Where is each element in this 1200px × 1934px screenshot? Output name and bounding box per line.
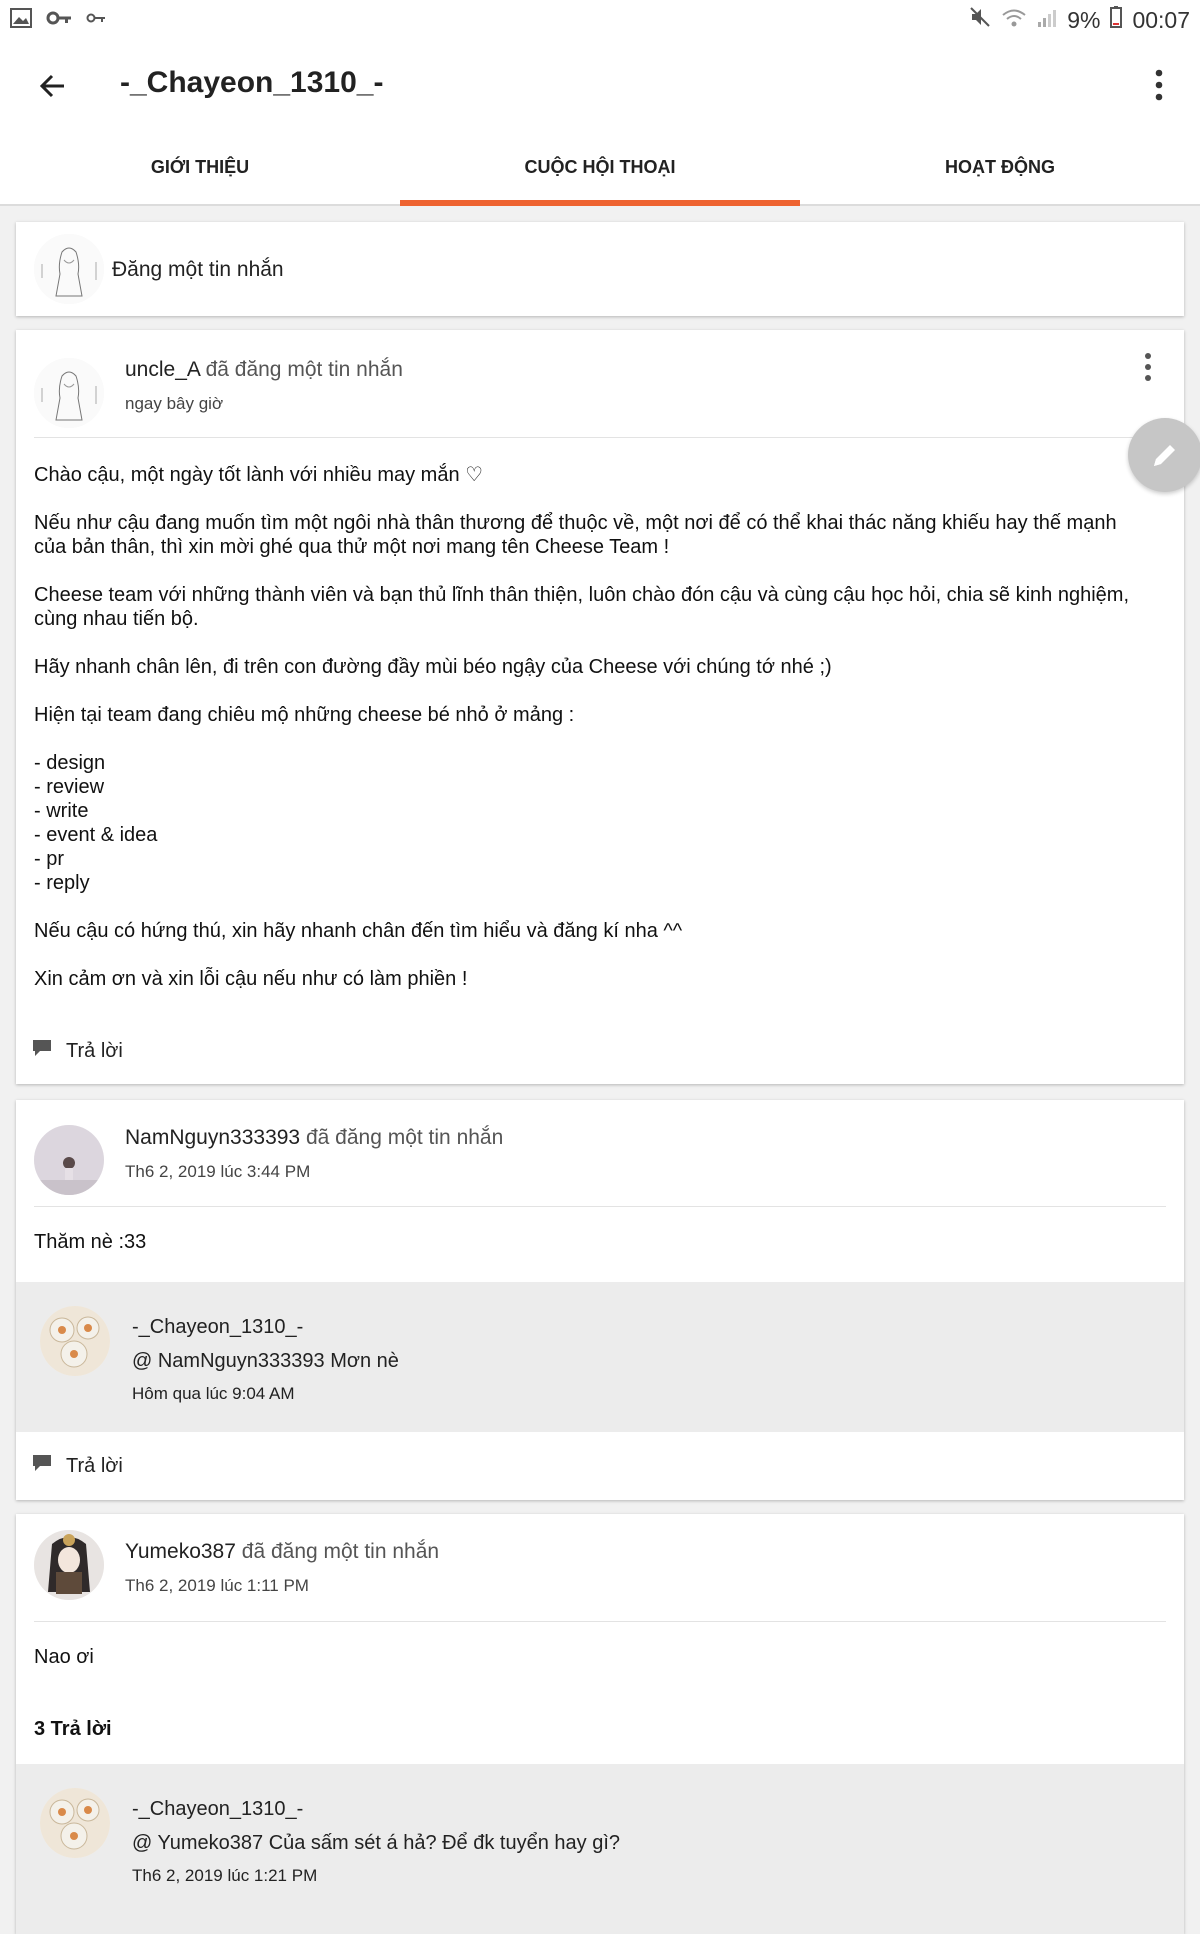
tab-conversations[interactable]: CUỘC HỘI THOẠI bbox=[400, 130, 800, 206]
username-link[interactable]: uncle_A bbox=[125, 358, 200, 381]
reply-timestamp: Hôm qua lúc 9:04 AM bbox=[132, 1384, 295, 1403]
timestamp: ngay bây giờ bbox=[125, 394, 224, 413]
more-vert-icon[interactable] bbox=[1142, 352, 1154, 382]
key-icon bbox=[86, 11, 106, 30]
avatar[interactable] bbox=[34, 1125, 104, 1195]
tab-bar: GIỚI THIỆU CUỘC HỘI THOẠI HOẠT ĐỘNG bbox=[0, 130, 1200, 206]
divider bbox=[34, 1206, 1166, 1207]
reply-text: @ NamNguyn333393 Mơn nè bbox=[132, 1350, 399, 1372]
message-paragraph: Hiện tại team đang chiêu mộ những cheese… bbox=[34, 704, 575, 726]
key-icon bbox=[46, 10, 72, 31]
back-arrow-icon[interactable] bbox=[34, 66, 74, 106]
message-text: Nao ơi bbox=[34, 1646, 94, 1668]
reply-count[interactable]: 3 Trả lời bbox=[34, 1718, 112, 1741]
message-card: NamNguyn333393 đã đăng một tin nhắn Th6 … bbox=[16, 1100, 1184, 1500]
compose-label: Đăng một tin nhắn bbox=[112, 258, 284, 281]
avatar[interactable] bbox=[40, 1788, 110, 1858]
message-paragraph: Nếu cậu có hứng thú, xin hãy nhanh chân … bbox=[34, 920, 683, 942]
avatar[interactable] bbox=[40, 1306, 110, 1376]
pencil-icon[interactable] bbox=[1128, 418, 1200, 492]
avatar[interactable] bbox=[34, 1530, 104, 1600]
tab-intro[interactable]: GIỚI THIỆU bbox=[0, 130, 400, 204]
reply-author[interactable]: -_Chayeon_1310_- bbox=[132, 1316, 303, 1339]
reply-panel: -_Chayeon_1310_- @ Yumeko387 Của sấm sét… bbox=[16, 1764, 1184, 1934]
action-text: đã đăng một tin nhắn bbox=[305, 1126, 504, 1149]
message-paragraph: Chào cậu, một ngày tốt lành với nhiều ma… bbox=[34, 464, 484, 486]
divider bbox=[34, 1621, 1166, 1622]
message-card: Yumeko387 đã đăng một tin nhắn Th6 2, 20… bbox=[16, 1514, 1184, 1934]
avatar bbox=[34, 234, 104, 304]
message-card: uncle_A đã đăng một tin nhắn ngay bây gi… bbox=[16, 330, 1184, 1084]
message-text: Thăm nè :33 bbox=[34, 1231, 147, 1253]
reply-label: Trả lời bbox=[66, 1039, 123, 1062]
more-vert-icon[interactable] bbox=[1144, 68, 1174, 102]
reply-panel: -_Chayeon_1310_- @ NamNguyn333393 Mơn nè… bbox=[16, 1282, 1184, 1432]
message-paragraph: Nếu như cậu đang muốn tìm một ngôi nhà t… bbox=[34, 512, 1123, 558]
action-text: đã đăng một tin nhắn bbox=[241, 1540, 440, 1563]
status-bar: 9% 00:07 bbox=[0, 0, 1200, 38]
compose-box[interactable]: Đăng một tin nhắn bbox=[16, 222, 1184, 316]
username-link[interactable]: Yumeko387 bbox=[125, 1540, 236, 1563]
app-bar: -_Chayeon_1310_- bbox=[0, 38, 1200, 130]
battery-percent: 9% bbox=[1067, 6, 1101, 33]
wifi-icon bbox=[1001, 7, 1027, 34]
tab-activity[interactable]: HOẠT ĐỘNG bbox=[800, 130, 1200, 204]
message-paragraph: Hãy nhanh chân lên, đi trên con đường đầ… bbox=[34, 656, 832, 678]
reply-text: @ Yumeko387 Của sấm sét á hả? Để đk tuyể… bbox=[132, 1832, 621, 1854]
action-text: đã đăng một tin nhắn bbox=[205, 358, 403, 381]
reply-label: Trả lời bbox=[66, 1454, 123, 1477]
reply-timestamp: Th6 2, 2019 lúc 1:21 PM bbox=[132, 1866, 318, 1885]
signal-icon bbox=[1037, 7, 1057, 34]
timestamp: Th6 2, 2019 lúc 3:44 PM bbox=[125, 1162, 311, 1181]
reply-button[interactable]: Trả lời bbox=[32, 1039, 123, 1063]
comment-icon bbox=[32, 1454, 52, 1478]
page-title: -_Chayeon_1310_- bbox=[120, 66, 384, 99]
comment-icon bbox=[32, 1039, 52, 1063]
avatar[interactable] bbox=[34, 358, 104, 428]
message-header: NamNguyn333393 đã đăng một tin nhắn bbox=[125, 1126, 503, 1150]
username-link[interactable]: NamNguyn333393 bbox=[125, 1126, 300, 1149]
reply-button[interactable]: Trả lời bbox=[32, 1454, 123, 1478]
message-header: Yumeko387 đã đăng một tin nhắn bbox=[125, 1540, 439, 1564]
message-header: uncle_A đã đăng một tin nhắn bbox=[125, 358, 403, 382]
timestamp: Th6 2, 2019 lúc 1:11 PM bbox=[125, 1576, 309, 1595]
mute-icon bbox=[969, 6, 991, 34]
battery-icon bbox=[1110, 6, 1123, 34]
divider bbox=[34, 437, 1166, 438]
clock: 00:07 bbox=[1132, 6, 1190, 33]
reply-author[interactable]: -_Chayeon_1310_- bbox=[132, 1798, 303, 1821]
message-list: - design - review - write - event & idea… bbox=[34, 752, 158, 894]
message-paragraph: Xin cảm ơn và xin lỗi cậu nếu như có làm… bbox=[34, 968, 468, 990]
image-icon bbox=[10, 8, 32, 33]
message-paragraph: Cheese team với những thành viên và bạn … bbox=[34, 584, 1135, 630]
